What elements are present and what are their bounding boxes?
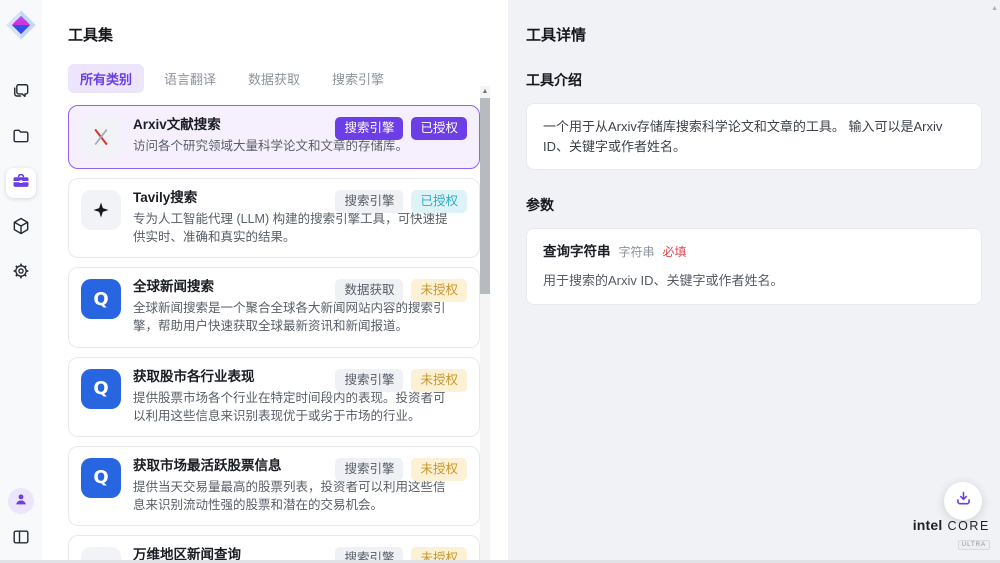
tool-description: 提供当天交易量最高的股票列表，投资者可以利用这些信息来识别流动性强的股票和潜在的… [133,478,451,514]
arxiv-icon [90,126,112,148]
tool-icon [81,117,121,157]
user-icon [13,491,29,512]
auth-status-badge: 未授权 [411,369,467,392]
tool-list: Arxiv文献搜索 访问各个研究领域大量科学论文和文章的存储库。 搜索引擎 已授… [68,105,480,560]
list-scrollbar[interactable]: ▲ [480,86,490,560]
nav-files-button[interactable] [6,123,36,153]
tool-detail-panel: 工具详情 工具介绍 一个用于从Arxiv存储库搜索科学论文和文章的工具。 输入可… [508,0,1000,560]
auth-status-badge: 已授权 [411,117,467,140]
toggle-sidebar-button[interactable] [6,524,36,554]
tool-badges: 搜索引擎 已授权 [335,190,467,213]
nav-tools-button[interactable] [6,168,36,198]
page-scrollbar-arrow[interactable]: ▲ [991,5,998,12]
category-badge: 搜索引擎 [335,547,403,560]
tool-card[interactable]: Q 获取市场最活跃股票信息 提供当天交易量最高的股票列表，投资者可以利用这些信息… [68,446,480,526]
tool-card[interactable]: Q 获取股市各行业表现 提供股票市场各个行业在特定时间段内的表现。投资者可以利用… [68,357,480,437]
category-badge: 搜索引擎 [335,190,403,213]
tool-badges: 数据获取 未授权 [335,279,467,302]
tool-icon: Q [81,458,121,498]
tool-description: 提供股票市场各个行业在特定时间段内的表现。投资者可以利用这些信息来识别表现优于或… [133,389,451,425]
category-badge: 数据获取 [335,279,403,302]
page-title: 工具集 [68,24,508,45]
sparkle-icon [91,200,111,220]
q-letter-icon: Q [93,378,108,399]
params-heading: 参数 [526,195,982,215]
folder-icon [11,126,31,151]
user-avatar[interactable] [8,488,34,514]
intel-core-logo: intel core ultra [913,518,990,550]
intro-text: 一个用于从Arxiv存储库搜索科学论文和文章的工具。 输入可以是Arxiv ID… [543,119,942,154]
tool-card[interactable]: Tavily搜索 专为人工智能代理 (LLM) 构建的搜索引擎工具，可快速提供实… [68,178,480,258]
toolbox-icon [11,171,31,196]
gear-icon [11,261,31,286]
auth-status-badge: 已授权 [411,190,467,213]
intro-card: 一个用于从Arxiv存储库搜索科学论文和文章的工具。 输入可以是Arxiv ID… [526,103,982,170]
tool-card[interactable]: Arxiv文献搜索 访问各个研究领域大量科学论文和文章的存储库。 搜索引擎 已授… [68,105,480,169]
nav-packages-button[interactable] [6,213,36,243]
nav-settings-button[interactable] [6,258,36,288]
newspaper-icon [90,556,112,560]
download-button[interactable] [944,482,982,520]
tool-description: 全球新闻搜索是一个聚合全球各大新闻网站内容的搜索引擎，帮助用户快速获取全球最新资… [133,299,451,335]
download-icon [954,489,973,513]
tool-card[interactable]: 万维地区新闻查询 查询具体行政区划内的新闻，快速了解各地新闻动 搜索引擎 未授权 [68,535,480,560]
tool-badges: 搜索引擎 未授权 [335,458,467,481]
category-badge: 搜索引擎 [335,369,403,392]
q-letter-icon: Q [93,467,108,488]
detail-title: 工具详情 [526,24,982,45]
category-tab[interactable]: 语言翻译 [152,64,228,93]
category-badge: 搜索引擎 [335,458,403,481]
scrollbar-up-arrow[interactable]: ▲ [480,86,490,98]
auth-status-badge: 未授权 [411,458,467,481]
tool-badges: 搜索引擎 未授权 [335,369,467,392]
chat-icon [11,81,31,106]
cube-icon [11,216,31,241]
category-tab[interactable]: 搜索引擎 [320,64,396,93]
rail-nav [6,78,36,288]
scrollbar-thumb[interactable] [480,98,490,294]
intel-brand-text: intel [913,517,943,533]
layout-panels-icon [11,527,31,552]
tool-icon [81,190,121,230]
tool-icon: Q [81,279,121,319]
tool-card[interactable]: Q 全球新闻搜索 全球新闻搜索是一个聚合全球各大新闻网站内容的搜索引擎，帮助用户… [68,267,480,347]
tool-icon [81,547,121,560]
param-required-badge: 必填 [663,243,687,261]
rail-bottom [6,488,36,554]
category-badge: 搜索引擎 [335,117,403,140]
param-type: 字符串 [619,243,655,261]
category-tab[interactable]: 所有类别 [68,64,144,93]
param-description: 用于搜索的Arxiv ID、关键字或作者姓名。 [543,271,965,291]
auth-status-badge: 未授权 [411,547,467,560]
core-product-text: core [947,519,990,533]
param-card: 查询字符串 字符串 必填 用于搜索的Arxiv ID、关键字或作者姓名。 [526,228,982,305]
tool-collection-panel: 工具集 所有类别语言翻译数据获取搜索引擎 Arxiv文献搜索 访问各个研究领域大… [42,0,508,560]
tool-description: 专为人工智能代理 (LLM) 构建的搜索引擎工具，可快速提供实时、准确和真实的结… [133,210,451,246]
category-tab[interactable]: 数据获取 [236,64,312,93]
icon-rail [0,0,42,560]
ultra-tier-badge: ultra [958,540,990,550]
tool-badges: 搜索引擎 已授权 [335,117,467,140]
param-name: 查询字符串 [543,242,611,262]
category-tabs: 所有类别语言翻译数据获取搜索引擎 [68,64,508,93]
q-letter-icon: Q [93,289,108,310]
app-window: 工具集 所有类别语言翻译数据获取搜索引擎 Arxiv文献搜索 访问各个研究领域大… [0,0,1000,563]
tool-badges: 搜索引擎 未授权 [335,547,467,560]
auth-status-badge: 未授权 [411,279,467,302]
app-logo-icon [4,8,38,42]
param-head: 查询字符串 字符串 必填 [543,242,965,262]
nav-chat-button[interactable] [6,78,36,108]
intro-heading: 工具介绍 [526,70,982,90]
tool-icon: Q [81,369,121,409]
